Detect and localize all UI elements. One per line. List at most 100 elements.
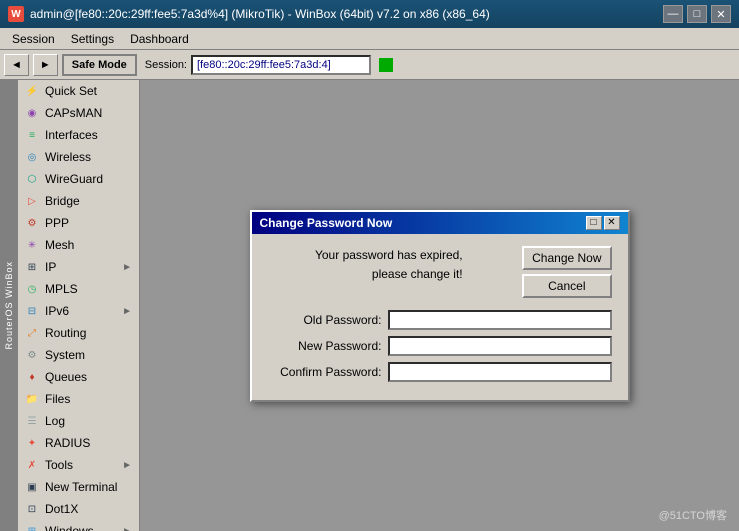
menu-session[interactable]: Session xyxy=(4,30,63,48)
ipv6-icon: ⊟ xyxy=(25,304,39,318)
dialog-message: Your password has expired, please change… xyxy=(315,246,463,298)
sidebar-item-interfaces[interactable]: ≡ Interfaces xyxy=(18,124,139,146)
sidebar-item-ppp[interactable]: ⚙ PPP xyxy=(18,212,139,234)
sidebar-label-ppp: PPP xyxy=(45,216,69,230)
sidebar-item-bridge[interactable]: ▷ Bridge xyxy=(18,190,139,212)
sidebar-items: ⚡ Quick Set ◉ CAPsMAN ≡ Interfaces ◎ Wir… xyxy=(18,80,139,531)
tools-icon: ✗ xyxy=(25,458,39,472)
routeros-label: RouterOS WinBox xyxy=(0,80,18,531)
session-label: Session: xyxy=(145,59,187,71)
windows-icon: ⊞ xyxy=(25,524,39,531)
old-password-input[interactable] xyxy=(388,310,612,330)
interfaces-icon: ≡ xyxy=(25,128,39,142)
sidebar-item-ipv6[interactable]: ⊟ IPv6 ► xyxy=(18,300,139,322)
sidebar-item-tools[interactable]: ✗ Tools ► xyxy=(18,454,139,476)
dialog-close-button[interactable]: ✕ xyxy=(604,216,620,230)
watermark: @51CTO博客 xyxy=(659,507,727,523)
sidebar-item-wireless[interactable]: ◎ Wireless xyxy=(18,146,139,168)
sidebar-label-bridge: Bridge xyxy=(45,194,80,208)
sidebar-label-ipv6: IPv6 xyxy=(45,304,69,318)
sidebar-label-capsman: CAPsMAN xyxy=(45,106,102,120)
connection-status-indicator xyxy=(379,58,393,72)
sidebar-item-log[interactable]: ☰ Log xyxy=(18,410,139,432)
safe-mode-button[interactable]: Safe Mode xyxy=(62,54,137,76)
sidebar-label-log: Log xyxy=(45,414,65,428)
sidebar-item-files[interactable]: 📁 Files xyxy=(18,388,139,410)
sidebar-label-ip: IP xyxy=(45,260,56,274)
dialog-message-line2: please change it! xyxy=(315,265,463,284)
change-password-dialog: Change Password Now □ ✕ Your password ha… xyxy=(250,210,630,402)
title-bar-controls: — □ ✕ xyxy=(663,5,731,23)
maximize-button[interactable]: □ xyxy=(687,5,707,23)
menu-settings[interactable]: Settings xyxy=(63,30,122,48)
close-window-button[interactable]: ✕ xyxy=(711,5,731,23)
sidebar-item-capsman[interactable]: ◉ CAPsMAN xyxy=(18,102,139,124)
dialog-buttons-column: Change Now Cancel xyxy=(522,246,611,298)
menu-bar: Session Settings Dashboard xyxy=(0,28,739,50)
title-bar-left: W admin@[fe80::20c:29ff:fee5:7a3d%4] (Mi… xyxy=(8,6,490,22)
sidebar-label-wireguard: WireGuard xyxy=(45,172,103,186)
ip-icon: ⊞ xyxy=(25,260,39,274)
sidebar-label-mesh: Mesh xyxy=(45,238,74,252)
sidebar-label-mpls: MPLS xyxy=(45,282,78,296)
sidebar-label-dot1x: Dot1X xyxy=(45,502,78,516)
sidebar-label-routing: Routing xyxy=(45,326,86,340)
old-password-row: Old Password: xyxy=(268,310,612,330)
ip-arrow: ► xyxy=(122,262,132,273)
ipv6-arrow: ► xyxy=(122,306,132,317)
sidebar-item-dot1x[interactable]: ⊡ Dot1X xyxy=(18,498,139,520)
sidebar-item-windows[interactable]: ⊞ Windows ► xyxy=(18,520,139,531)
dialog-minimize-button[interactable]: □ xyxy=(586,216,602,230)
windows-arrow: ► xyxy=(122,526,132,531)
dot1x-icon: ⊡ xyxy=(25,502,39,516)
sidebar-item-routing[interactable]: ⤢ Routing xyxy=(18,322,139,344)
sidebar-label-system: System xyxy=(45,348,85,362)
sidebar-item-quickset[interactable]: ⚡ Quick Set xyxy=(18,80,139,102)
mesh-icon: ✳ xyxy=(25,238,39,252)
new-password-label: New Password: xyxy=(268,339,388,353)
title-bar: W admin@[fe80::20c:29ff:fee5:7a3d%4] (Mi… xyxy=(0,0,739,28)
bridge-icon: ▷ xyxy=(25,194,39,208)
forward-button[interactable]: ► xyxy=(33,54,58,76)
system-icon: ⚙ xyxy=(25,348,39,362)
sidebar-label-windows: Windows xyxy=(45,524,94,531)
cancel-button[interactable]: Cancel xyxy=(522,274,611,298)
sidebar-label-files: Files xyxy=(45,392,70,406)
minimize-button[interactable]: — xyxy=(663,5,683,23)
sidebar-item-queues[interactable]: ♦ Queues xyxy=(18,366,139,388)
toolbar: ◄ ► Safe Mode Session: xyxy=(0,50,739,80)
sidebar-item-wireguard[interactable]: ⬡ WireGuard xyxy=(18,168,139,190)
sidebar-item-terminal[interactable]: ▣ New Terminal xyxy=(18,476,139,498)
wireless-icon: ◎ xyxy=(25,150,39,164)
ppp-icon: ⚙ xyxy=(25,216,39,230)
terminal-icon: ▣ xyxy=(25,480,39,494)
sidebar-item-radius[interactable]: ✦ RADIUS xyxy=(18,432,139,454)
sidebar-item-mpls[interactable]: ◷ MPLS xyxy=(18,278,139,300)
sidebar-label-terminal: New Terminal xyxy=(45,480,117,494)
sidebar-item-ip[interactable]: ⊞ IP ► xyxy=(18,256,139,278)
confirm-password-label: Confirm Password: xyxy=(268,365,388,379)
sidebar-label-radius: RADIUS xyxy=(45,436,90,450)
wireguard-icon: ⬡ xyxy=(25,172,39,186)
back-button[interactable]: ◄ xyxy=(4,54,29,76)
tools-arrow: ► xyxy=(122,460,132,471)
queues-icon: ♦ xyxy=(25,370,39,384)
sidebar: RouterOS WinBox ⚡ Quick Set ◉ CAPsMAN ≡ … xyxy=(0,80,140,531)
menu-dashboard[interactable]: Dashboard xyxy=(122,30,197,48)
new-password-input[interactable] xyxy=(388,336,612,356)
mpls-icon: ◷ xyxy=(25,282,39,296)
sidebar-item-mesh[interactable]: ✳ Mesh xyxy=(18,234,139,256)
sidebar-item-system[interactable]: ⚙ System xyxy=(18,344,139,366)
old-password-label: Old Password: xyxy=(268,313,388,327)
change-now-button[interactable]: Change Now xyxy=(522,246,611,270)
dialog-message-line1: Your password has expired, xyxy=(315,246,463,265)
dialog-top-section: Your password has expired, please change… xyxy=(268,246,612,298)
routing-icon: ⤢ xyxy=(25,326,39,340)
sidebar-label-tools: Tools xyxy=(45,458,73,472)
confirm-password-input[interactable] xyxy=(388,362,612,382)
routeros-text: RouterOS WinBox xyxy=(4,261,14,350)
session-input[interactable] xyxy=(191,55,371,75)
quickset-icon: ⚡ xyxy=(25,84,39,98)
content-area: Change Password Now □ ✕ Your password ha… xyxy=(140,80,739,531)
radius-icon: ✦ xyxy=(25,436,39,450)
